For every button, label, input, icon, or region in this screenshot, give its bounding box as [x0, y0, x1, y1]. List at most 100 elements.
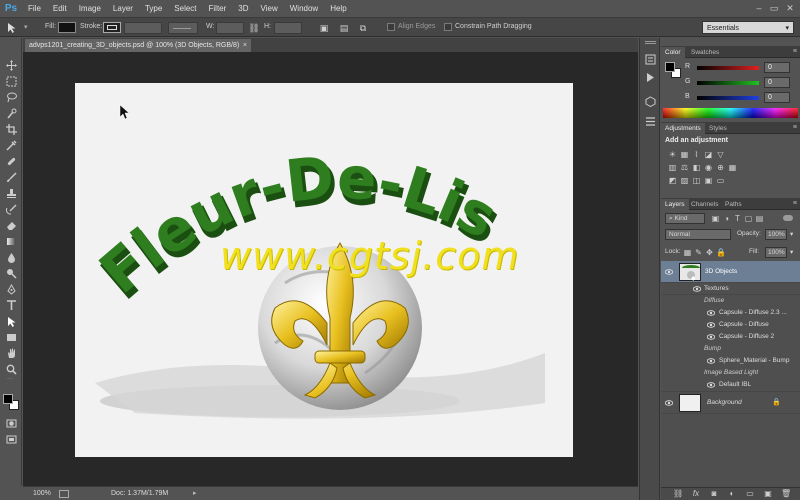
eye-icon[interactable] — [707, 322, 715, 328]
3d-panel-icon[interactable] — [645, 96, 656, 107]
eyedropper-tool-icon[interactable] — [4, 138, 18, 152]
history-brush-tool-icon[interactable] — [4, 202, 18, 216]
tab-color[interactable]: Color — [661, 47, 685, 58]
eye-icon[interactable] — [707, 358, 715, 364]
layers-menu-icon[interactable]: ≡ — [793, 200, 797, 207]
tab-adjustments[interactable]: Adjustments — [661, 123, 705, 134]
properties-panel-icon[interactable] — [645, 116, 656, 127]
healing-brush-tool-icon[interactable] — [4, 154, 18, 168]
layer-row-default-ibl[interactable]: Default IBL — [661, 379, 800, 392]
screen-mode-icon[interactable] — [4, 432, 18, 446]
invert-icon[interactable]: ◩ — [668, 176, 677, 185]
crop-tool-icon[interactable] — [4, 122, 18, 136]
quick-mask-icon[interactable] — [4, 416, 18, 430]
zoom-tool-icon[interactable] — [4, 362, 18, 376]
pen-tool-icon[interactable] — [4, 282, 18, 296]
constrain-path-checkbox[interactable] — [444, 23, 452, 31]
menu-type[interactable]: Type — [139, 4, 168, 13]
trash-icon[interactable]: 🗑 — [781, 489, 791, 499]
eye-icon[interactable] — [665, 269, 673, 275]
blue-channel-value[interactable]: 0 — [764, 92, 790, 103]
path-selection-tool-icon[interactable] — [6, 22, 18, 34]
tab-paths[interactable]: Paths — [721, 199, 746, 210]
eye-icon[interactable] — [707, 334, 715, 340]
eye-icon[interactable] — [707, 382, 715, 388]
menu-file[interactable]: File — [22, 4, 47, 13]
hand-tool-icon[interactable] — [4, 346, 18, 360]
channel-mixer-icon[interactable]: ⊕ — [716, 163, 725, 172]
layer-filter-dropdown[interactable]: ⌕ Kind — [665, 213, 705, 224]
hue-saturation-icon[interactable]: ▥ — [668, 163, 677, 172]
marquee-tool-icon[interactable] — [4, 74, 18, 88]
blur-tool-icon[interactable] — [4, 250, 18, 264]
workspace-dropdown[interactable]: Essentials ▾ — [702, 21, 794, 34]
quick-selection-tool-icon[interactable] — [4, 106, 18, 120]
curves-icon[interactable]: ⌇ — [692, 150, 701, 159]
menu-window[interactable]: Window — [284, 4, 324, 13]
menu-help[interactable]: Help — [324, 4, 352, 13]
adjustment-layer-icon[interactable]: ◐ — [727, 489, 737, 499]
blue-channel-slider[interactable] — [697, 96, 759, 100]
stroke-width-field[interactable] — [124, 22, 162, 34]
eraser-tool-icon[interactable] — [4, 218, 18, 232]
threshold-icon[interactable]: ◫ — [692, 176, 701, 185]
status-arrow-icon[interactable]: ▸ — [193, 487, 197, 500]
maximize-icon[interactable]: ▭ — [767, 2, 781, 14]
lock-image-icon[interactable]: ✎ — [694, 248, 703, 257]
red-channel-value[interactable]: 0 — [764, 62, 790, 73]
eye-icon[interactable] — [665, 400, 673, 406]
path-selection-icon[interactable] — [4, 314, 18, 328]
menu-select[interactable]: Select — [168, 4, 202, 13]
add-mask-icon[interactable]: ◙ — [709, 489, 719, 499]
height-field[interactable] — [274, 22, 302, 34]
vibrance-icon[interactable]: ▽ — [716, 150, 725, 159]
history-panel-icon[interactable] — [645, 54, 656, 65]
status-toggle-icon[interactable] — [59, 490, 69, 498]
zoom-level[interactable]: 100% — [33, 487, 51, 500]
color-spectrum-bar[interactable] — [663, 108, 798, 118]
green-channel-slider[interactable] — [697, 81, 759, 85]
menu-3d[interactable]: 3D — [232, 4, 254, 13]
move-tool-icon[interactable] — [4, 58, 18, 72]
lock-position-icon[interactable]: ✥ — [705, 248, 714, 257]
filter-adjustment-icon[interactable]: ◑ — [722, 214, 731, 223]
menu-image[interactable]: Image — [73, 4, 107, 13]
path-alignment-icon[interactable]: ▤ — [338, 22, 350, 34]
menu-filter[interactable]: Filter — [203, 4, 233, 13]
black-white-icon[interactable]: ◧ — [692, 163, 701, 172]
color-swatches[interactable] — [3, 394, 19, 410]
levels-icon[interactable]: ▦ — [680, 150, 689, 159]
menu-view[interactable]: View — [255, 4, 284, 13]
filter-type-icon[interactable]: T — [733, 214, 742, 223]
green-channel-value[interactable]: 0 — [764, 77, 790, 88]
close-tab-icon[interactable]: × — [243, 39, 247, 52]
canvas-area[interactable]: Fleur-De-Lis Fleur-De-Lis www.cgtsj.com — [23, 52, 638, 486]
opacity-field[interactable]: 100% — [765, 229, 787, 240]
stroke-type-dropdown[interactable] — [168, 22, 198, 34]
layer-row-background[interactable]: Background 🔒 — [661, 392, 800, 414]
color-lookup-icon[interactable]: ▦ — [728, 163, 737, 172]
layer-row-capsule-diffuse-2-3[interactable]: Capsule - Diffuse 2.3 ... — [661, 307, 800, 319]
minimize-icon[interactable]: – — [752, 2, 766, 14]
document-tab[interactable]: advps1201_creating_3D_objects.psd @ 100%… — [25, 39, 251, 52]
layer-row-capsule-diffuse-2[interactable]: Capsule - Diffuse 2 — [661, 331, 800, 343]
filter-pixel-icon[interactable]: ▣ — [711, 214, 720, 223]
link-icon[interactable]: ⛓ — [248, 22, 260, 34]
layer-row-3d-objects[interactable]: 3D Objects ◆ — [661, 261, 800, 283]
tab-channels[interactable]: Channels — [687, 199, 722, 210]
lock-transparent-icon[interactable]: ▦ — [683, 248, 692, 257]
color-balance-icon[interactable]: ⚖ — [680, 163, 689, 172]
lasso-tool-icon[interactable] — [4, 90, 18, 104]
gradient-tool-icon[interactable] — [4, 234, 18, 248]
close-window-icon[interactable]: ✕ — [783, 2, 797, 14]
selective-color-icon[interactable]: ▣ — [704, 176, 713, 185]
type-tool-icon[interactable] — [4, 298, 18, 312]
fill-field[interactable]: 100% — [765, 247, 787, 258]
brush-tool-icon[interactable] — [4, 170, 18, 184]
new-layer-icon[interactable]: ▣ — [763, 489, 773, 499]
dock-grip-icon[interactable] — [645, 41, 656, 44]
rectangle-tool-icon[interactable] — [4, 330, 18, 344]
panel-menu-icon[interactable]: ≡ — [793, 48, 797, 55]
layer-row-sphere-material-bump[interactable]: Sphere_Material - Bump — [661, 355, 800, 367]
filter-smart-object-icon[interactable]: ▤ — [755, 214, 764, 223]
